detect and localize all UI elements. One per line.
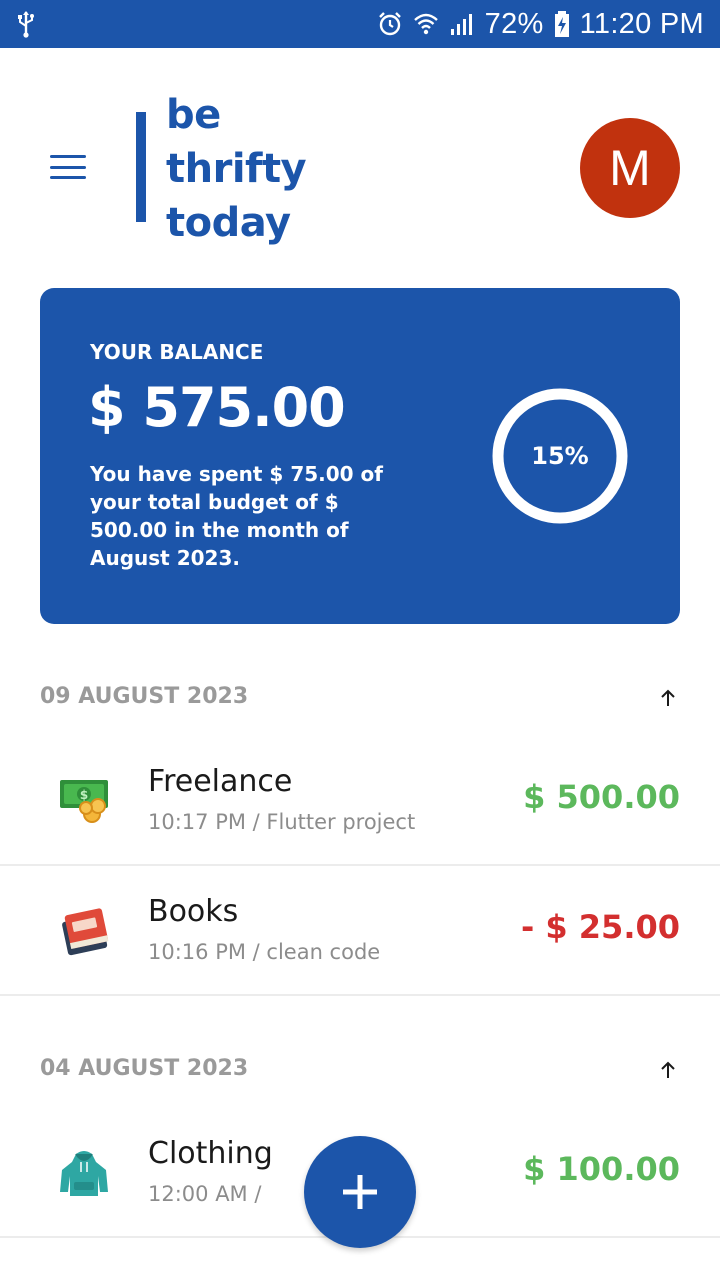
wifi-icon (413, 11, 439, 37)
logo-line-2: thrifty (166, 146, 307, 192)
date-group-header: 09 AUGUST 2023 (0, 680, 720, 720)
transaction-amount: - $ 25.00 (520, 908, 680, 946)
app-header: be thrifty today M (0, 48, 720, 288)
transaction-row[interactable]: $ Freelance 10:17 PM / Flutter project $… (0, 736, 720, 866)
battery-charging-icon (554, 10, 570, 38)
transaction-amount: $ 500.00 (523, 778, 680, 816)
transaction-title: Clothing (148, 1136, 273, 1171)
signal-icon (449, 11, 475, 37)
balance-card: YOUR BALANCE $ 575.00 You have spent $ 7… (40, 288, 680, 624)
status-bar: 72% 11:20 PM (0, 0, 720, 48)
avatar[interactable]: M (580, 118, 680, 218)
logo-bar (136, 112, 146, 222)
collapse-button[interactable] (656, 1058, 680, 1082)
balance-amount: $ 575.00 (88, 376, 346, 439)
app-logo: be thrifty today (166, 88, 307, 250)
money-icon: $ (56, 774, 112, 830)
transaction-title: Books (148, 894, 239, 929)
group-date: 04 AUGUST 2023 (40, 1056, 249, 1081)
book-icon (56, 904, 112, 960)
battery-percent: 72% (484, 7, 544, 40)
hamburger-menu-icon (50, 155, 86, 179)
date-group-header: 04 AUGUST 2023 (0, 1052, 720, 1092)
transaction-row[interactable]: Books 10:16 PM / clean code - $ 25.00 (0, 866, 720, 996)
balance-description: You have spent $ 75.00 of your total bud… (90, 462, 383, 570)
status-time: 11:20 PM (579, 7, 704, 40)
menu-button[interactable] (48, 152, 88, 182)
budget-percent: 15% (531, 442, 589, 470)
arrow-up-icon (661, 1061, 675, 1078)
collapse-button[interactable] (656, 686, 680, 710)
transaction-subtitle: 10:16 PM / clean code (148, 940, 381, 964)
budget-progress-ring: 15% (490, 386, 630, 526)
transaction-title: Freelance (148, 764, 293, 799)
add-transaction-button[interactable] (304, 1136, 416, 1248)
hoodie-icon (56, 1146, 112, 1202)
transaction-subtitle: 12:00 AM / (148, 1182, 262, 1206)
logo-line-3: today (166, 200, 291, 246)
alarm-icon (377, 11, 403, 37)
plus-icon (343, 1175, 377, 1209)
usb-icon (16, 10, 36, 38)
logo-line-1: be (166, 92, 221, 138)
svg-text:$: $ (80, 788, 88, 802)
transaction-subtitle: 10:17 PM / Flutter project (148, 810, 416, 834)
balance-label: YOUR BALANCE (90, 340, 264, 364)
transaction-amount: $ 100.00 (523, 1150, 680, 1188)
group-date: 09 AUGUST 2023 (40, 684, 249, 709)
arrow-up-icon (661, 689, 675, 706)
